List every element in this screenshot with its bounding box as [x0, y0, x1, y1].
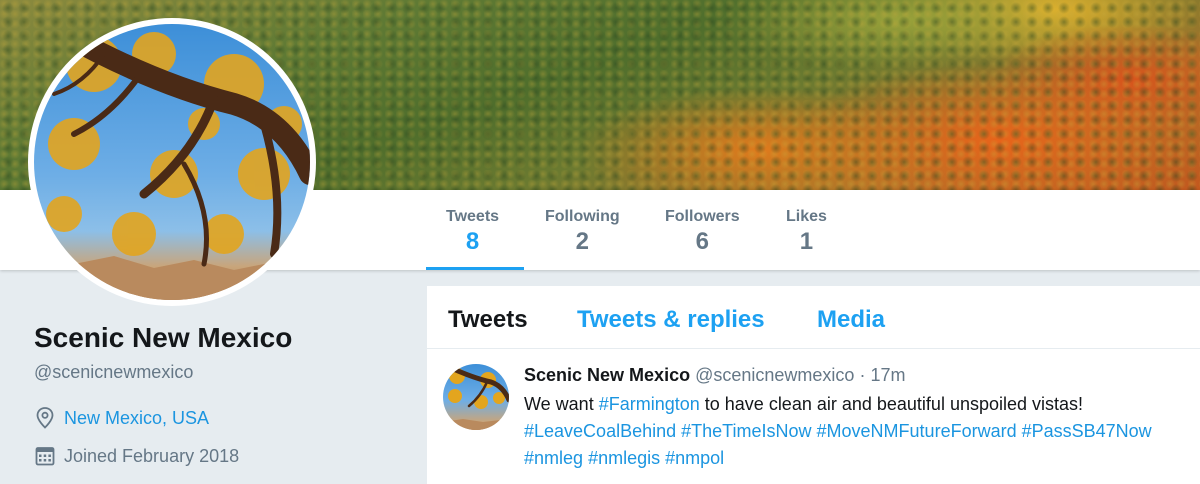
calendar-icon — [34, 444, 56, 468]
profile-handle[interactable]: @scenicnewmexico — [34, 362, 193, 383]
hashtag-link[interactable]: #TheTimeIsNow — [681, 421, 811, 441]
stat-likes-value: 1 — [799, 228, 814, 255]
profile-joined: Joined February 2018 — [34, 444, 239, 468]
stat-tweets-value: 8 — [465, 228, 480, 255]
hashtag-link[interactable]: #MoveNMFutureForward — [817, 421, 1017, 441]
tweet-header: Scenic New Mexico @scenicnewmexico · 17m — [524, 365, 905, 386]
map-pin-icon — [34, 406, 56, 430]
tweet-avatar[interactable] — [443, 364, 509, 430]
stat-following[interactable]: Following 2 — [545, 208, 620, 256]
tab-tweets[interactable]: Tweets — [448, 306, 528, 334]
hashtag-link[interactable]: #PassSB47Now — [1022, 421, 1152, 441]
avatar-image — [34, 24, 310, 300]
hashtag-link[interactable]: #nmpol — [665, 448, 724, 468]
tweet-text-line-2: #LeaveCoalBehind #TheTimeIsNow #MoveNMFu… — [524, 418, 1200, 445]
avatar-tree-illustration — [34, 24, 310, 300]
timeline-tabs: Tweets Tweets & replies Media — [427, 286, 1200, 349]
stat-tweets[interactable]: Tweets 8 — [446, 208, 499, 256]
stat-following-label: Following — [545, 208, 620, 225]
tweet-text-pre: We want — [524, 394, 599, 414]
tab-tweets-and-replies[interactable]: Tweets & replies — [577, 306, 765, 334]
stat-likes[interactable]: Likes 1 — [786, 208, 827, 256]
profile-location-link[interactable]: New Mexico, USA — [64, 408, 209, 429]
tweet-text: We want #Farmington to have clean air an… — [524, 391, 1200, 472]
timeline-panel: Tweets Tweets & replies Media Scenic New… — [427, 286, 1200, 484]
tweet-timestamp[interactable]: 17m — [870, 365, 905, 385]
profile-name[interactable]: Scenic New Mexico — [34, 322, 292, 354]
active-stat-underline — [426, 267, 524, 270]
tweet-author-handle[interactable]: @scenicnewmexico — [695, 365, 854, 385]
tweet-author-name[interactable]: Scenic New Mexico — [524, 365, 690, 385]
tweet-text-post: to have clean air and beautiful unspoile… — [699, 394, 1084, 414]
hashtag-link[interactable]: #nmleg — [524, 448, 583, 468]
hashtag-link[interactable]: #LeaveCoalBehind — [524, 421, 676, 441]
hashtag-link[interactable]: #nmlegis — [588, 448, 660, 468]
profile-location: New Mexico, USA — [34, 406, 209, 430]
tweet-text-line-1: We want #Farmington to have clean air an… — [524, 391, 1200, 418]
stat-following-value: 2 — [575, 228, 589, 255]
tweet-avatar-tree-illustration — [443, 364, 509, 430]
tab-media[interactable]: Media — [817, 306, 885, 334]
stat-followers-value: 6 — [695, 228, 710, 255]
profile-avatar[interactable] — [28, 18, 316, 306]
profile-joined-date: Joined February 2018 — [64, 445, 240, 466]
stat-followers[interactable]: Followers 6 — [665, 208, 740, 256]
tweet-item[interactable]: Scenic New Mexico @scenicnewmexico · 17m… — [427, 349, 1200, 484]
stat-likes-label: Likes — [786, 208, 827, 225]
stat-followers-label: Followers — [665, 208, 740, 225]
tweet-text-line-3: #nmleg #nmlegis #nmpol — [524, 445, 1200, 472]
tweet-separator-dot: · — [859, 365, 866, 385]
stat-tweets-label: Tweets — [446, 208, 500, 225]
hashtag-link[interactable]: #Farmington — [599, 394, 700, 414]
